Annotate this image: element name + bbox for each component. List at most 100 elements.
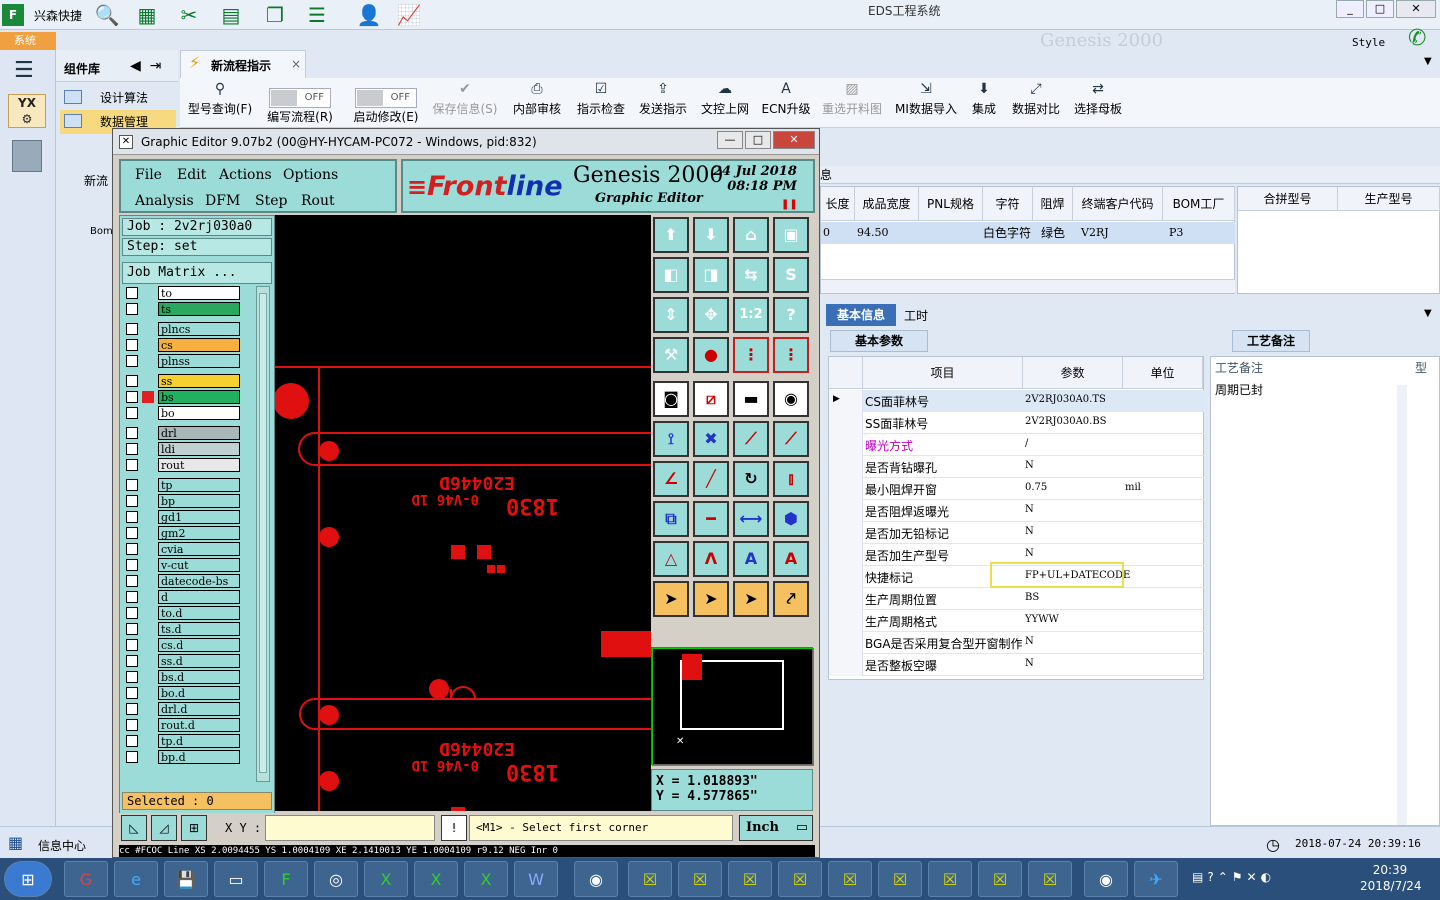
layer-name[interactable]: tp — [158, 478, 240, 492]
excel-icon[interactable]: X — [464, 861, 508, 897]
a-shape-3-icon[interactable]: A — [773, 541, 809, 577]
query-button[interactable]: ⚲ 型号查询(F) — [184, 78, 256, 128]
genesis-window-icon[interactable]: ☒ — [1028, 861, 1072, 897]
table-row[interactable]: 0 94.50 白色字符 绿色 V2RJ P3 — [821, 222, 1235, 244]
layer-name[interactable]: ss.d — [158, 654, 240, 668]
layer-checkbox[interactable] — [126, 575, 138, 587]
tools-icon[interactable] — [12, 140, 42, 172]
layer-name[interactable]: bp — [158, 494, 240, 508]
layer-checkbox[interactable] — [126, 375, 138, 387]
close-button[interactable]: ✕ — [1396, 0, 1436, 18]
layer-checkbox[interactable] — [126, 511, 138, 523]
layer-item[interactable]: ss.d — [126, 654, 244, 668]
measure-h-icon[interactable]: ⟷ — [733, 501, 769, 537]
layer-name[interactable]: gm2 — [158, 526, 240, 540]
layer-checkbox[interactable] — [126, 639, 138, 651]
a-shape-2-icon[interactable]: A — [733, 541, 769, 577]
layer-checkbox[interactable] — [126, 407, 138, 419]
genesis-window-icon[interactable]: ☒ — [978, 861, 1022, 897]
param-value[interactable]: 2V2RJ030A0.TS — [1025, 394, 1106, 405]
alert-icon[interactable]: ! — [441, 815, 467, 841]
layer-name[interactable]: bs — [158, 390, 240, 404]
genesis-window-icon[interactable]: ☒ — [628, 861, 672, 897]
list-icon[interactable]: ☰ — [304, 2, 330, 28]
param-value[interactable]: N — [1025, 548, 1034, 559]
measure-icon[interactable]: ⚒ — [653, 337, 689, 373]
col-header[interactable]: 长度 — [821, 187, 855, 221]
layer-item[interactable]: bs.d — [126, 670, 244, 684]
param-row[interactable]: 生产周期格式 YYWW — [829, 610, 1205, 632]
layer-name[interactable]: to — [158, 286, 240, 300]
param-row[interactable]: BGA是否采用复合型开窗制作 N — [829, 632, 1205, 654]
param-row[interactable]: 是否阻焊返曝光 N — [829, 500, 1205, 522]
pcb-drawing[interactable]: E20446D 0-V46 1D 1830 E20446D 0-V46 1D 1… — [275, 215, 651, 811]
col-header[interactable]: 参数 — [1023, 357, 1123, 389]
layer-name[interactable]: cs.d — [158, 638, 240, 652]
col-header[interactable]: BOM工厂 — [1163, 187, 1235, 221]
system-tab[interactable]: 系统 — [0, 32, 56, 50]
layer-name[interactable]: v-cut — [158, 558, 240, 572]
row-gutter[interactable] — [829, 412, 863, 434]
layer-name[interactable]: gd1 — [158, 510, 240, 524]
col-header[interactable]: 合拼型号 — [1238, 187, 1338, 211]
row-gutter[interactable] — [829, 522, 863, 544]
minimize-button[interactable]: _ — [1336, 0, 1364, 18]
param-value[interactable]: N — [1025, 526, 1034, 537]
layer-checkbox[interactable] — [126, 427, 138, 439]
help-icon[interactable]: ? — [773, 297, 809, 333]
menu-analysis[interactable]: Analysis — [135, 193, 194, 209]
scroll-thumb[interactable] — [259, 293, 267, 773]
col-header[interactable]: 单位 — [1123, 357, 1203, 389]
layer-item[interactable]: ss — [126, 374, 244, 388]
traffic-light-icon[interactable]: ⋮ — [733, 337, 769, 373]
layer-name[interactable]: to.d — [158, 606, 240, 620]
minimize-button[interactable]: — — [717, 131, 743, 149]
layer-name[interactable]: plncs — [158, 322, 240, 336]
layer-checkbox[interactable] — [126, 355, 138, 367]
phone-icon[interactable]: ✆ — [1408, 26, 1426, 51]
layer-item[interactable]: to — [126, 286, 244, 300]
pin-icon[interactable]: ● — [693, 337, 729, 373]
pause-icon[interactable]: ❚❚ — [781, 199, 798, 210]
zoom-icon[interactable]: ✥ — [693, 297, 729, 333]
layer-item[interactable]: bo.d — [126, 686, 244, 700]
layer-item[interactable]: cvia — [126, 542, 244, 556]
pcb-canvas[interactable]: E20446D 0-V46 1D 1830 E20446D 0-V46 1D 1… — [275, 215, 651, 811]
chart-icon[interactable]: 📈 — [396, 2, 422, 28]
layer-checkbox[interactable] — [126, 479, 138, 491]
layer-item[interactable]: gm2 — [126, 526, 244, 540]
diagonal-icon[interactable]: ⟋ — [733, 421, 769, 457]
row-gutter[interactable] — [829, 500, 863, 522]
tray-icons[interactable]: ▤?⌃⚑✕◐ — [1192, 870, 1275, 884]
layer-name[interactable]: d — [158, 590, 240, 604]
layer-checkbox[interactable] — [126, 495, 138, 507]
s-shape-icon[interactable]: S — [773, 257, 809, 293]
unit-selector[interactable]: Inch ▭ — [739, 815, 813, 841]
pad-line-icon[interactable]: ⧄ — [693, 381, 729, 417]
layer-item[interactable]: datecode-bs — [126, 574, 244, 588]
param-value[interactable]: 2V2RJ030A0.BS — [1025, 416, 1107, 427]
layer-list[interactable]: to ts plncs cs plnss ss bs bo drl ldi rout tp bp gd1 g… — [122, 286, 252, 782]
layer-checkbox[interactable] — [126, 735, 138, 747]
chevron-down-icon[interactable]: ▼ — [1424, 308, 1432, 319]
tab-process-memo[interactable]: 工艺备注 — [1232, 330, 1310, 352]
layer-checkbox[interactable] — [126, 591, 138, 603]
swap-icon[interactable]: ⇆ — [733, 257, 769, 293]
tab-basic-info[interactable]: 基本信息 — [826, 304, 896, 326]
excel-icon[interactable]: X — [364, 861, 408, 897]
genesis-window-icon[interactable]: ☒ — [678, 861, 722, 897]
internal-review-button[interactable]: ⎙ 内部审核 — [508, 78, 566, 128]
col-header[interactable]: 生产型号 — [1338, 187, 1440, 211]
integrate-button[interactable]: ⬇ 集成 — [966, 78, 1002, 128]
xy-input[interactable] — [265, 815, 435, 841]
pointer-rect-icon[interactable]: ➤ — [733, 581, 769, 617]
maximize-button[interactable]: □ — [745, 131, 771, 149]
scissors-icon[interactable]: ✂ — [176, 2, 202, 28]
row-gutter[interactable] — [829, 654, 863, 676]
clipboard-icon[interactable]: ❐ — [262, 2, 288, 28]
connect-icon[interactable]: ⟟ — [653, 421, 689, 457]
a-shape-icon[interactable]: Λ — [693, 541, 729, 577]
mi-import-button[interactable]: ⇲ MI数据导入 — [894, 78, 958, 128]
layer-item[interactable]: d — [126, 590, 244, 604]
col-header[interactable]: 字符 — [983, 187, 1033, 221]
